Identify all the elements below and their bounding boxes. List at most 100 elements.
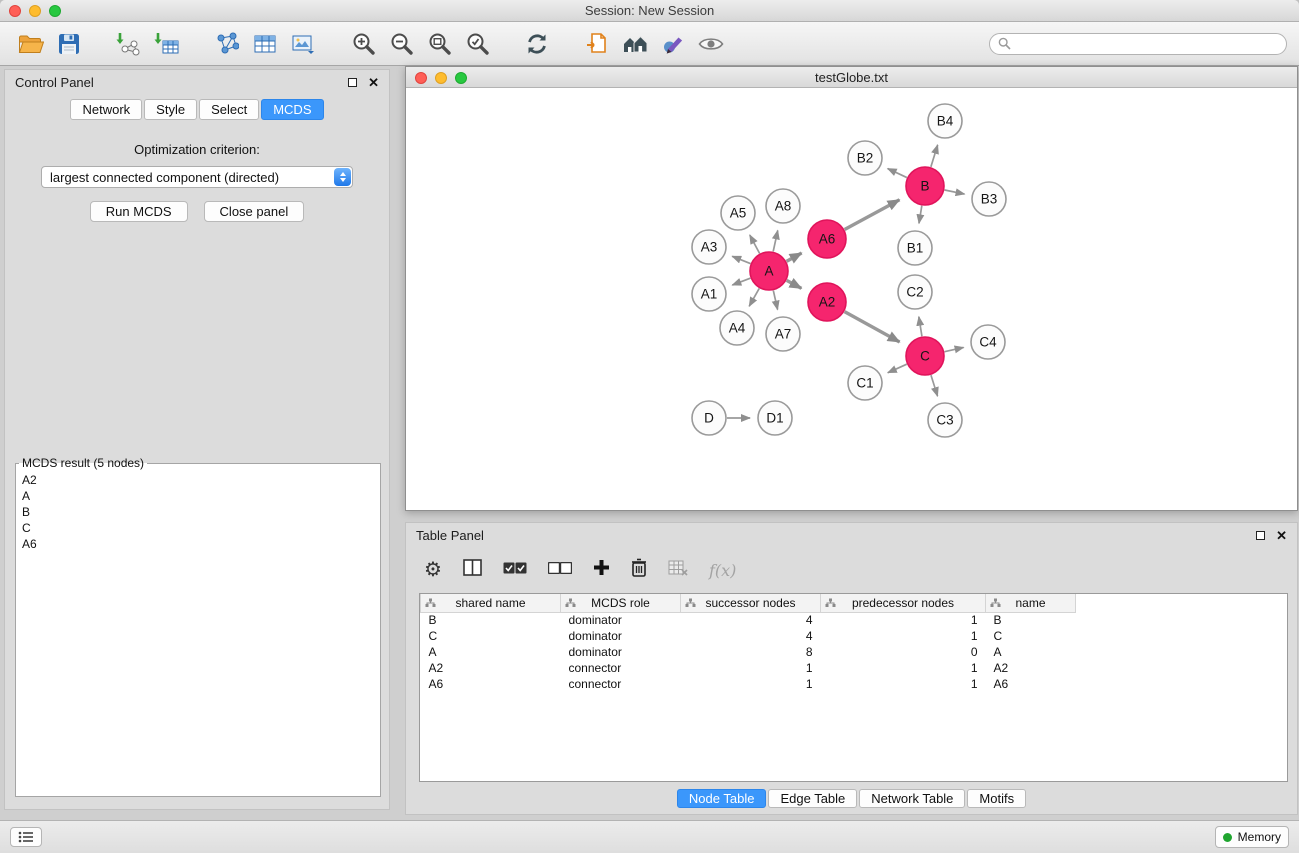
tab-style[interactable]: Style: [144, 99, 197, 120]
edge-A-A4[interactable]: [749, 288, 759, 306]
column-header-predecessor-nodes[interactable]: predecessor nodes: [821, 594, 986, 612]
memory-button[interactable]: Memory: [1215, 826, 1289, 848]
import-file-button[interactable]: [580, 28, 614, 60]
mcds-result-item[interactable]: A6: [16, 536, 380, 552]
edge-A-A7[interactable]: [773, 291, 777, 310]
cell-successor-nodes[interactable]: 1: [681, 676, 821, 692]
export-image-button[interactable]: [286, 28, 320, 60]
table-row[interactable]: Adominator80A: [421, 644, 1076, 660]
search-field[interactable]: [989, 33, 1287, 55]
table-row[interactable]: Cdominator41C: [421, 628, 1076, 644]
cell-name[interactable]: A: [986, 644, 1076, 660]
mcds-result-item[interactable]: C: [16, 520, 380, 536]
edge-A-A8[interactable]: [773, 230, 778, 251]
search-input[interactable]: [1016, 37, 1278, 51]
edge-B-B3[interactable]: [945, 190, 965, 194]
edge-A-A3[interactable]: [732, 256, 750, 263]
node-A6[interactable]: A6: [808, 220, 846, 258]
zoom-window-button[interactable]: [49, 5, 61, 17]
cell-name[interactable]: A6: [986, 676, 1076, 692]
network-zoom-button[interactable]: [455, 72, 467, 84]
tab-network-table[interactable]: Network Table: [859, 789, 965, 808]
node-A1[interactable]: A1: [692, 277, 726, 311]
show-hide-button[interactable]: [694, 28, 728, 60]
tab-node-table[interactable]: Node Table: [677, 789, 767, 808]
mcds-result-item[interactable]: B: [16, 504, 380, 520]
edge-B-B2[interactable]: [888, 169, 907, 178]
cell-shared-name[interactable]: A6: [421, 676, 561, 692]
cell-shared-name[interactable]: A2: [421, 660, 561, 676]
node-B3[interactable]: B3: [972, 182, 1006, 216]
cell-successor-nodes[interactable]: 1: [681, 660, 821, 676]
node-C3[interactable]: C3: [928, 403, 962, 437]
show-columns-button[interactable]: [463, 559, 482, 581]
mcds-result-item[interactable]: A2: [16, 472, 380, 488]
run-mcds-button[interactable]: Run MCDS: [90, 201, 188, 222]
network-minimize-button[interactable]: [435, 72, 447, 84]
apply-layout-button[interactable]: [520, 28, 554, 60]
column-header-mcds-role[interactable]: MCDS role: [561, 594, 681, 612]
edge-B-B1[interactable]: [919, 206, 922, 224]
zoom-fit-button[interactable]: [422, 28, 456, 60]
network-window-titlebar[interactable]: testGlobe.txt: [406, 67, 1297, 88]
cell-mcds-role[interactable]: dominator: [561, 628, 681, 644]
annotation-button[interactable]: [656, 28, 690, 60]
import-network-button[interactable]: [112, 28, 146, 60]
edge-C-C1[interactable]: [888, 364, 907, 373]
node-C1[interactable]: C1: [848, 366, 882, 400]
select-all-button[interactable]: [503, 561, 527, 579]
cell-shared-name[interactable]: B: [421, 612, 561, 628]
edge-A6-B[interactable]: [845, 200, 900, 230]
deselect-all-button[interactable]: [548, 561, 572, 579]
cell-name[interactable]: A2: [986, 660, 1076, 676]
edge-A-A5[interactable]: [750, 235, 760, 253]
node-C4[interactable]: C4: [971, 325, 1005, 359]
node-A4[interactable]: A4: [720, 311, 754, 345]
node-A5[interactable]: A5: [721, 196, 755, 230]
node-B1[interactable]: B1: [898, 231, 932, 265]
column-header-successor-nodes[interactable]: successor nodes: [681, 594, 821, 612]
close-panel-button-mcds[interactable]: Close panel: [204, 201, 305, 222]
table-float-panel-button[interactable]: [1256, 531, 1265, 540]
node-A[interactable]: A: [750, 252, 788, 290]
cell-predecessor-nodes[interactable]: 0: [821, 644, 986, 660]
node-table-container[interactable]: shared nameMCDS rolesuccessor nodesprede…: [419, 593, 1288, 782]
new-network-button[interactable]: [210, 28, 244, 60]
tab-network[interactable]: Network: [70, 99, 142, 120]
table-row[interactable]: Bdominator41B: [421, 612, 1076, 628]
cell-shared-name[interactable]: A: [421, 644, 561, 660]
node-D[interactable]: D: [692, 401, 726, 435]
edge-A-A6[interactable]: [787, 253, 802, 261]
column-header-name[interactable]: name: [986, 594, 1076, 612]
cell-successor-nodes[interactable]: 8: [681, 644, 821, 660]
cell-shared-name[interactable]: C: [421, 628, 561, 644]
column-header-shared-name[interactable]: shared name: [421, 594, 561, 612]
tab-edge-table[interactable]: Edge Table: [768, 789, 857, 808]
edge-C-C4[interactable]: [945, 347, 964, 351]
edge-A-A1[interactable]: [732, 278, 750, 285]
function-builder-button[interactable]: f(x): [709, 561, 736, 580]
criterion-dropdown[interactable]: largest connected component (directed): [41, 166, 353, 188]
delete-column-button[interactable]: [631, 558, 647, 582]
zoom-selected-button[interactable]: [460, 28, 494, 60]
node-B2[interactable]: B2: [848, 141, 882, 175]
import-table-button[interactable]: [150, 28, 184, 60]
mcds-result-item[interactable]: A: [16, 488, 380, 504]
table-close-panel-button[interactable]: ✕: [1276, 529, 1287, 542]
node-A8[interactable]: A8: [766, 189, 800, 223]
edge-A2-C[interactable]: [845, 312, 900, 342]
network-table-button[interactable]: [248, 28, 282, 60]
close-panel-button[interactable]: ✕: [368, 76, 379, 89]
edge-A-A2[interactable]: [787, 280, 802, 288]
node-B[interactable]: B: [906, 167, 944, 205]
edge-C-C3[interactable]: [931, 375, 938, 396]
cell-predecessor-nodes[interactable]: 1: [821, 612, 986, 628]
node-D1[interactable]: D1: [758, 401, 792, 435]
minimize-window-button[interactable]: [29, 5, 41, 17]
network-canvas[interactable]: B4B2BB3A8A5A6A3B1AC2A1A2A4A7C4CC1DD1C3: [406, 88, 1297, 510]
delete-table-button[interactable]: [668, 560, 688, 581]
close-window-button[interactable]: [9, 5, 21, 17]
cell-mcds-role[interactable]: dominator: [561, 644, 681, 660]
zoom-in-button[interactable]: [346, 28, 380, 60]
cell-name[interactable]: B: [986, 612, 1076, 628]
